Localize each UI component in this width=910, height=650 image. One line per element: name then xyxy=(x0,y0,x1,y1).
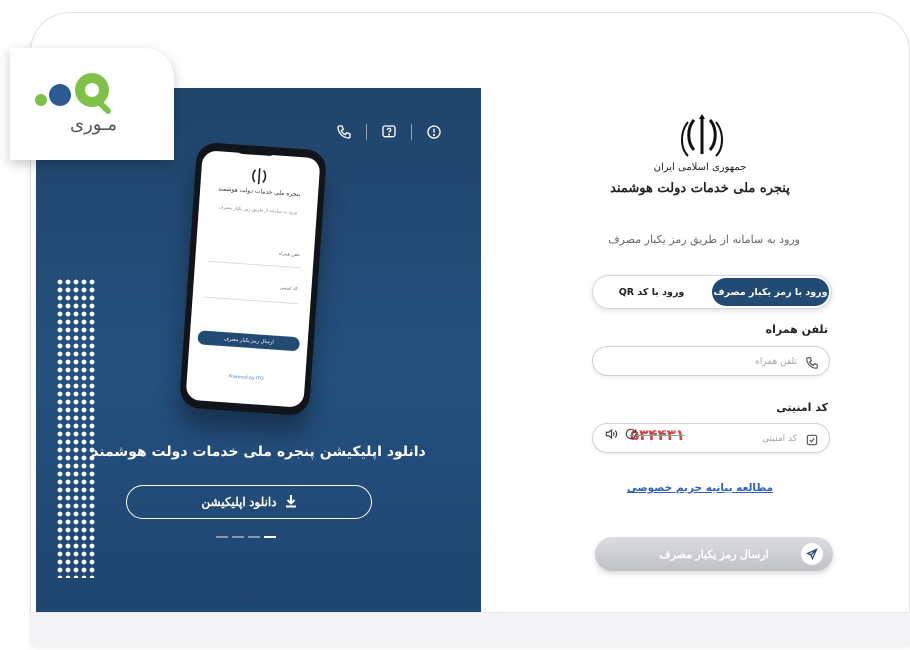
login-method-tabs: ورود با رمز یکبار مصرف ورود با کد QR xyxy=(592,275,832,309)
tab-qr[interactable]: ورود با کد QR xyxy=(593,276,710,308)
info-icon[interactable] xyxy=(424,122,444,142)
captcha-image: ۵۳۴۴۳۱ xyxy=(630,426,685,444)
mockup-phone-label: تلفن همراه xyxy=(278,251,300,259)
send-otp-label: ارسال رمز یکبار مصرف xyxy=(659,548,769,561)
audio-captcha-icon[interactable] xyxy=(604,427,618,441)
phone-input[interactable] xyxy=(617,353,797,371)
brand-logo-icon xyxy=(32,70,132,114)
download-icon xyxy=(285,494,297,511)
gov-header-line2: پنجره ملی خدمات دولت هوشمند xyxy=(610,181,790,196)
mockup-code-field xyxy=(204,296,299,305)
brand-name: مـوری xyxy=(70,114,117,135)
tab-otp[interactable]: ورود با رمز یکبار مصرف xyxy=(712,278,829,306)
iran-emblem-icon xyxy=(680,112,724,160)
login-subtitle: ورود به سامانه از طریق رمز یکبار مصرف xyxy=(608,233,800,246)
mockup-phone-field xyxy=(207,260,301,269)
shield-check-icon xyxy=(805,432,819,446)
mockup-title: پنجره ملی خدمات دولت هوشمند xyxy=(217,185,301,199)
phone-icon xyxy=(805,355,819,369)
phone-field[interactable] xyxy=(592,346,830,376)
mockup-subtitle: ورود به سامانه از طریق رمز یکبار مصرف xyxy=(218,205,298,216)
divider xyxy=(411,124,412,140)
mockup-code-label: کد امنیتی xyxy=(279,285,298,293)
phone-icon[interactable] xyxy=(334,122,354,142)
security-code-label: کد امنیتی xyxy=(776,401,828,414)
security-code-input[interactable] xyxy=(747,430,797,448)
divider xyxy=(366,124,367,140)
dot-pattern xyxy=(56,278,96,578)
mockup-send-button: ارسال رمز یکبار مصرف xyxy=(197,330,301,352)
phone-mockup: پنجره ملی خدمات دولت هوشمند ورود به ساما… xyxy=(178,141,328,417)
captcha-controls xyxy=(604,427,638,441)
download-button-label: دانلود اپلیکیشن xyxy=(201,495,277,509)
top-icon-bar xyxy=(334,122,444,142)
privacy-policy-link[interactable]: مطالعه بیانیه حریم خصوصی xyxy=(600,482,800,494)
mockup-footer: Powered by ITO xyxy=(228,374,264,382)
bottom-bar xyxy=(30,612,910,646)
phone-label: تلفن همراه xyxy=(765,323,828,336)
app-download-title: دانلود اپلیکیشن پنجره ملی خدمات دولت هوش… xyxy=(91,444,426,460)
refresh-captcha-icon[interactable] xyxy=(624,427,638,441)
download-app-button[interactable]: دانلود اپلیکیشن xyxy=(126,485,372,519)
send-otp-button[interactable]: ارسال رمز یکبار مصرف xyxy=(595,537,833,571)
phone-screen: پنجره ملی خدمات دولت هوشمند ورود به ساما… xyxy=(185,150,321,408)
pager-dot[interactable] xyxy=(216,536,228,538)
send-icon xyxy=(801,543,823,565)
app-promo-panel: پنجره ملی خدمات دولت هوشمند ورود به ساما… xyxy=(36,88,481,612)
emblem-icon xyxy=(247,165,272,187)
carousel-pager[interactable] xyxy=(216,536,276,538)
gov-header-line1: جمهوری اسلامی ایران xyxy=(653,162,747,173)
help-icon[interactable] xyxy=(379,122,399,142)
pager-dot[interactable] xyxy=(248,536,260,538)
brand-badge: مـوری xyxy=(10,48,174,160)
pager-dot[interactable] xyxy=(232,536,244,538)
pager-dot-active[interactable] xyxy=(264,536,276,538)
